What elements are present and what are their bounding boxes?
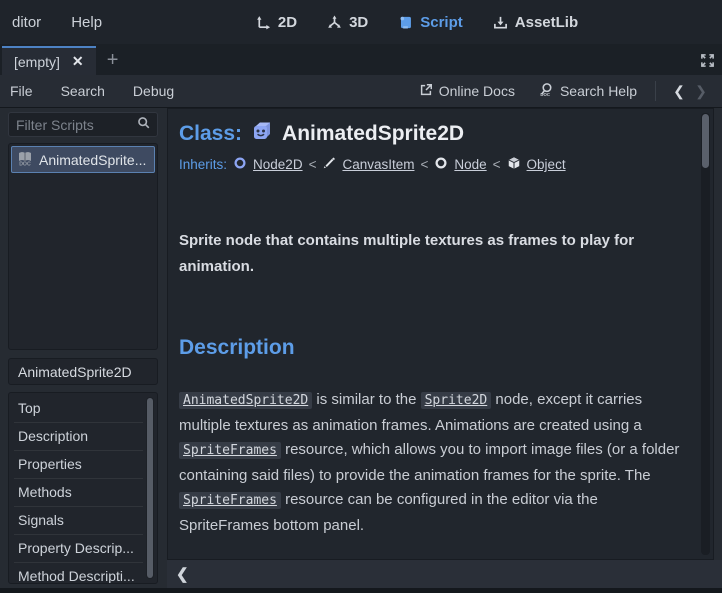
class-heading-name: AnimatedSprite2D bbox=[282, 122, 464, 146]
description-section-title: Description bbox=[179, 336, 687, 360]
workspace-assetlib-label: AssetLib bbox=[515, 14, 578, 31]
class-reference-view: Class: AnimatedSprite2D Inherits: Node2D… bbox=[167, 108, 714, 560]
2d-axes-icon bbox=[256, 15, 271, 30]
bottom-panel-bar: ❮ bbox=[167, 560, 722, 588]
godot-editor-window: ditor Help 2D 3D Script bbox=[0, 0, 722, 593]
inherits-separator: < bbox=[309, 157, 317, 172]
filter-scripts-placeholder: Filter Scripts bbox=[16, 117, 137, 133]
menu-file[interactable]: File bbox=[10, 83, 33, 99]
inherits-row: Inherits: Node2D < CanvasItem < Node bbox=[179, 156, 687, 173]
external-link-icon bbox=[419, 83, 433, 100]
section-item-method-descriptions[interactable]: Method Descripti... bbox=[14, 563, 143, 584]
script-tab-bar: [empty] ✕ + bbox=[0, 44, 722, 75]
filter-scripts-input[interactable]: Filter Scripts bbox=[8, 112, 158, 137]
sections-scrollbar-thumb[interactable] bbox=[147, 398, 153, 578]
description-paragraph: AnimatedSprite2D is similar to the Sprit… bbox=[179, 388, 687, 538]
class-brief-description: Sprite node that contains multiple textu… bbox=[179, 228, 657, 280]
menu-search[interactable]: Search bbox=[61, 83, 105, 99]
history-forward-button[interactable]: ❯ bbox=[690, 83, 712, 100]
section-item-properties[interactable]: Properties bbox=[14, 451, 143, 479]
workspace-switcher: 2D 3D Script AssetLib bbox=[56, 14, 722, 31]
online-docs-button[interactable]: Online Docs bbox=[419, 83, 515, 100]
search-icon bbox=[137, 116, 150, 134]
script-scroll-icon bbox=[398, 15, 413, 30]
class-doc-icon: DOC bbox=[17, 150, 33, 169]
current-class-field[interactable]: AnimatedSprite2D bbox=[8, 358, 158, 385]
doc-scrollbar-thumb[interactable] bbox=[702, 114, 709, 168]
new-script-button[interactable]: + bbox=[96, 46, 130, 75]
3d-axes-icon bbox=[327, 15, 342, 30]
menu-help[interactable]: Help bbox=[71, 14, 102, 31]
script-menu-bar: File Search Debug Online Docs DOC Search… bbox=[0, 75, 722, 108]
window-bottom-strip bbox=[0, 588, 722, 593]
code-link[interactable]: SpriteFrames bbox=[179, 442, 281, 459]
code-link[interactable]: SpriteFrames bbox=[179, 492, 281, 509]
inherits-separator: < bbox=[420, 157, 428, 172]
current-class-label: AnimatedSprite2D bbox=[18, 364, 132, 380]
animatedsprite2d-class-icon bbox=[250, 119, 274, 149]
class-heading: Class: AnimatedSprite2D bbox=[179, 119, 687, 149]
doc-column: Class: AnimatedSprite2D Inherits: Node2D… bbox=[164, 108, 722, 588]
close-tab-icon[interactable]: ✕ bbox=[72, 53, 84, 70]
section-item-property-descriptions[interactable]: Property Descrip... bbox=[14, 535, 143, 563]
workspace-2d-button[interactable]: 2D bbox=[256, 14, 297, 31]
node2d-icon bbox=[233, 156, 247, 173]
inherits-link-node[interactable]: Node bbox=[454, 157, 486, 172]
section-item-top[interactable]: Top bbox=[14, 395, 143, 423]
menubar-divider bbox=[655, 81, 656, 101]
canvasitem-icon bbox=[322, 156, 336, 173]
node-icon bbox=[434, 156, 448, 173]
doc-scrollbar[interactable] bbox=[701, 113, 710, 555]
svg-text:DOC: DOC bbox=[19, 162, 31, 166]
inherits-link-node2d[interactable]: Node2D bbox=[253, 157, 303, 172]
help-sections-list: Top Description Properties Methods Signa… bbox=[8, 392, 158, 584]
inherits-link-canvasitem[interactable]: CanvasItem bbox=[342, 157, 414, 172]
script-tab-empty[interactable]: [empty] ✕ bbox=[2, 46, 96, 75]
main-menus: ditor Help bbox=[12, 14, 102, 31]
editor-top-bar: ditor Help 2D 3D Script bbox=[0, 0, 722, 44]
code-link[interactable]: AnimatedSprite2D bbox=[179, 392, 312, 409]
search-doc-icon: DOC bbox=[539, 82, 554, 100]
open-scripts-list: DOC AnimatedSprite... bbox=[8, 143, 158, 350]
inherits-separator: < bbox=[493, 157, 501, 172]
workspace-3d-button[interactable]: 3D bbox=[327, 14, 368, 31]
search-help-button[interactable]: DOC Search Help bbox=[539, 82, 637, 100]
history-back-button[interactable]: ❮ bbox=[668, 83, 690, 100]
object-icon bbox=[507, 156, 521, 173]
collapse-sidebar-icon[interactable]: ❮ bbox=[176, 565, 189, 583]
script-sidebar: Filter Scripts DOC AnimatedSprite... Ani… bbox=[0, 108, 164, 588]
workspace-script-button[interactable]: Script bbox=[398, 14, 463, 31]
script-list-item-animatedsprite2d[interactable]: DOC AnimatedSprite... bbox=[11, 146, 155, 173]
section-item-description[interactable]: Description bbox=[14, 423, 143, 451]
search-help-label: Search Help bbox=[560, 83, 637, 99]
code-link[interactable]: Sprite2D bbox=[421, 392, 492, 409]
sections-scrollbar[interactable] bbox=[146, 397, 154, 579]
menu-debug[interactable]: Debug bbox=[133, 83, 174, 99]
distraction-free-icon[interactable] bbox=[692, 46, 722, 75]
workspace-script-label: Script bbox=[420, 14, 463, 31]
assetlib-download-icon bbox=[493, 15, 508, 30]
workspace-2d-label: 2D bbox=[278, 14, 297, 31]
menu-editor[interactable]: ditor bbox=[12, 14, 41, 31]
script-tab-label: [empty] bbox=[14, 54, 60, 70]
workspace-3d-label: 3D bbox=[349, 14, 368, 31]
script-list-item-label: AnimatedSprite... bbox=[39, 152, 146, 168]
online-docs-label: Online Docs bbox=[439, 83, 515, 99]
main-area: Filter Scripts DOC AnimatedSprite... Ani… bbox=[0, 108, 722, 588]
class-heading-label: Class: bbox=[179, 122, 242, 146]
inherits-label: Inherits: bbox=[179, 157, 227, 172]
workspace-assetlib-button[interactable]: AssetLib bbox=[493, 14, 578, 31]
section-item-signals[interactable]: Signals bbox=[14, 507, 143, 535]
section-item-methods[interactable]: Methods bbox=[14, 479, 143, 507]
svg-text:DOC: DOC bbox=[540, 92, 550, 97]
inherits-link-object[interactable]: Object bbox=[527, 157, 566, 172]
